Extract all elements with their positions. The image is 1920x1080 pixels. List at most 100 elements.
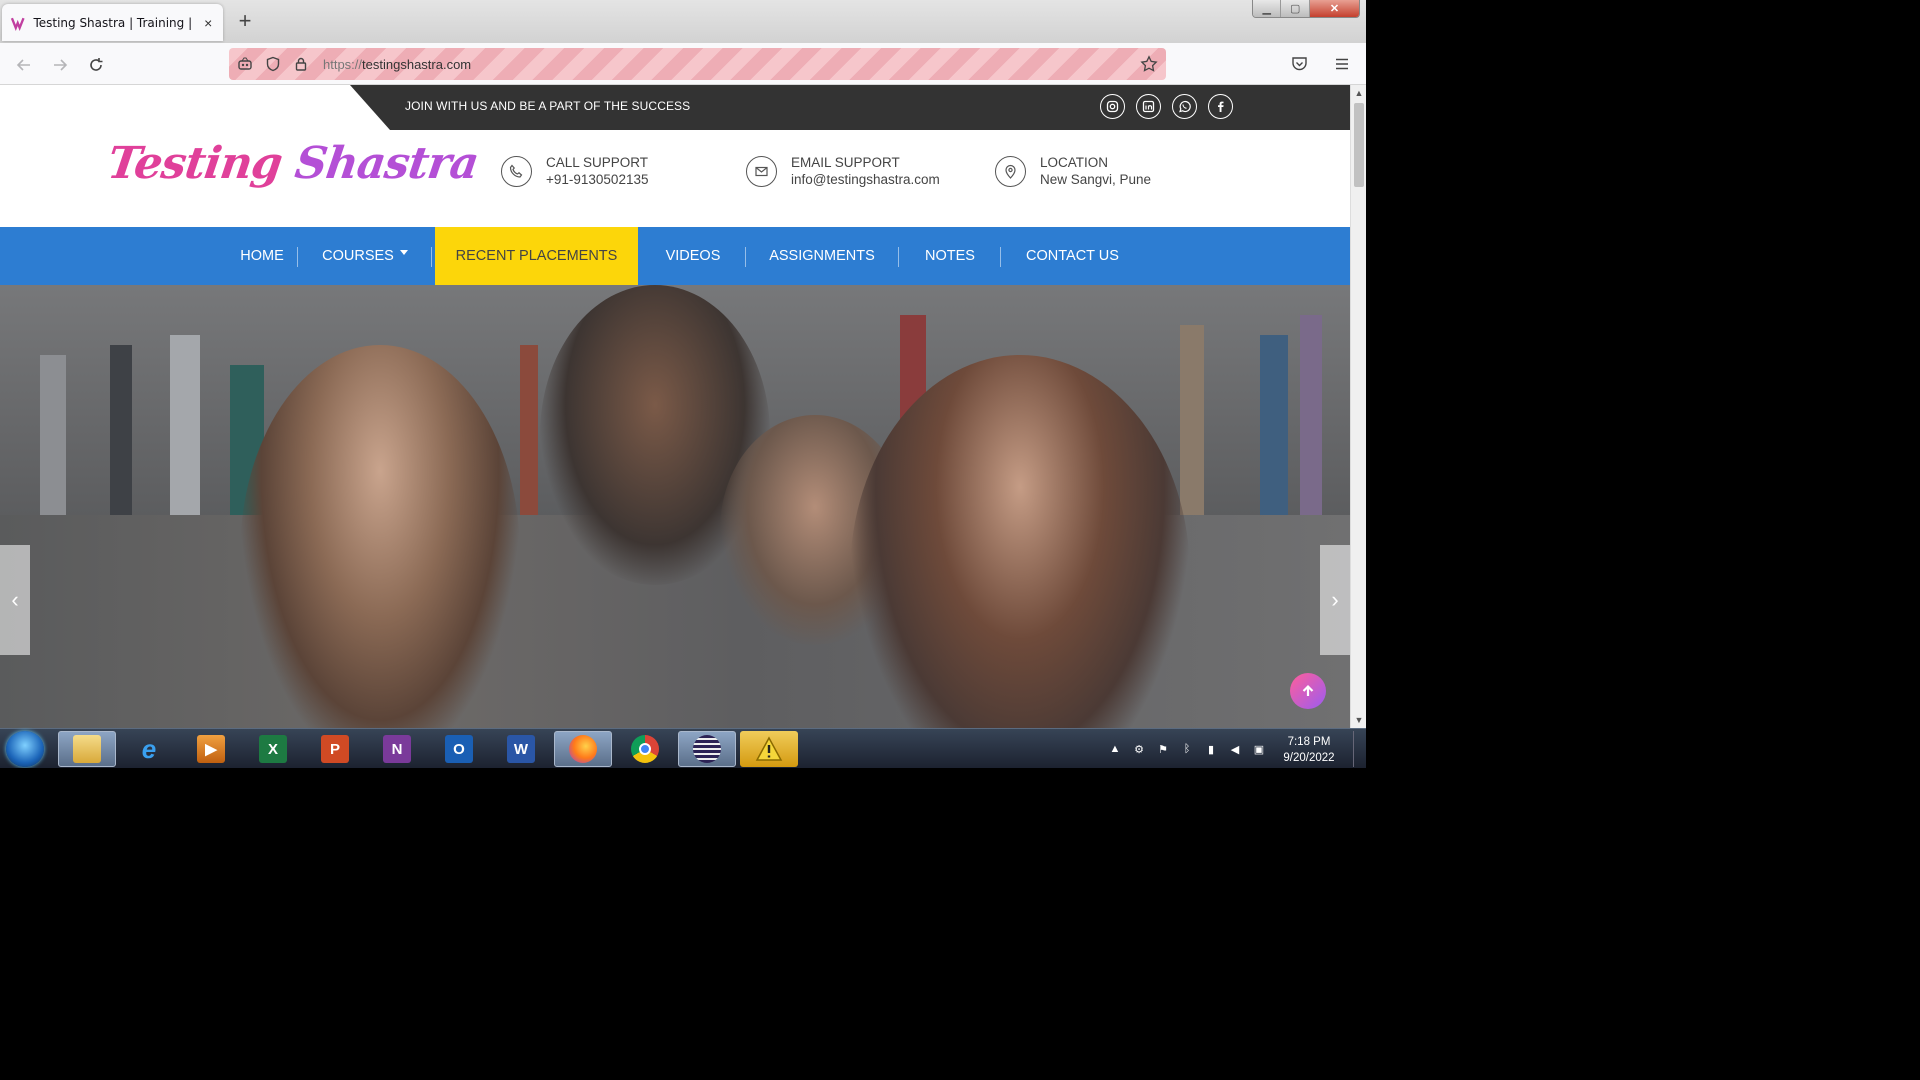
site-header: Testing Shastra CALL SUPPORT +91-9130502… (0, 130, 1350, 227)
map-pin-icon (995, 155, 1026, 187)
minimize-button[interactable]: ▁ (1253, 0, 1282, 17)
nav-courses[interactable]: COURSES (315, 227, 415, 285)
reload-button[interactable] (82, 51, 110, 79)
back-button[interactable] (10, 51, 38, 79)
taskbar-media-player[interactable]: ▶ (182, 731, 240, 767)
remote-control-icon[interactable] (237, 56, 253, 72)
scroll-up-arrow-icon[interactable]: ▲ (1351, 85, 1366, 101)
slider-prev-button[interactable]: ‹ (0, 545, 30, 655)
phone-icon (501, 155, 532, 187)
address-bar[interactable]: https://testingshastra.com (229, 48, 1166, 80)
signal-strength-icon[interactable]: ▮ (1204, 742, 1218, 756)
book-shape (40, 355, 66, 515)
taskbar-onenote[interactable]: N (368, 731, 426, 767)
facebook-icon[interactable] (1208, 94, 1233, 119)
browser-tab-strip: Testing Shastra | Training | Placement ×… (0, 0, 1366, 43)
top-info-strip: JOIN WITH US AND BE A PART OF THE SUCCES… (0, 85, 1350, 130)
nav-assignments[interactable]: ASSIGNMENTS (762, 227, 882, 285)
nav-courses-label: COURSES (322, 248, 394, 264)
windows-taskbar: e ▶ X P N O W ▲ ⚙ ⚑ ᛒ ▮ ◀ ▣ 7:18 PM 9/20… (0, 728, 1366, 768)
folder-icon (73, 735, 101, 763)
nav-separator (898, 247, 899, 267)
nav-recent-placements[interactable]: RECENT PLACEMENTS (435, 227, 638, 285)
internet-explorer-icon: e (141, 733, 157, 764)
nav-videos[interactable]: VIDEOS (660, 227, 726, 285)
tab-title: Testing Shastra | Training | Placement (33, 15, 197, 30)
taskbar-file-explorer[interactable] (58, 731, 116, 767)
bluetooth-icon[interactable]: ᛒ (1180, 742, 1194, 756)
email-support-title: EMAIL SUPPORT (791, 155, 900, 170)
url-text[interactable]: https://testingshastra.com (323, 57, 471, 72)
tagline-text: JOIN WITH US AND BE A PART OF THE SUCCES… (405, 99, 691, 113)
chevron-right-icon: › (1331, 587, 1339, 612)
network-sync-icon[interactable]: ⚙ (1132, 742, 1146, 756)
reload-icon (90, 58, 103, 71)
nav-separator (297, 247, 298, 267)
maximize-button[interactable]: ▢ (1281, 0, 1310, 17)
hamburger-menu-icon[interactable] (1333, 55, 1351, 73)
action-center-flag-icon[interactable]: ⚑ (1156, 742, 1170, 756)
arrow-up-icon (1302, 684, 1314, 696)
onenote-icon: N (383, 735, 411, 763)
word-icon: W (507, 735, 535, 763)
desktop-screen: Testing Shastra | Training | Placement ×… (0, 0, 1366, 768)
volume-muted-icon[interactable]: ◀ (1228, 742, 1242, 756)
book-shape (170, 335, 200, 515)
book-shape (520, 345, 538, 515)
pocket-icon[interactable] (1291, 55, 1308, 72)
whatsapp-icon[interactable] (1172, 94, 1197, 119)
scrollbar-thumb[interactable] (1354, 103, 1364, 187)
forward-button[interactable] (46, 51, 74, 79)
url-protocol: https:// (323, 56, 363, 72)
page-scrollbar[interactable]: ▲ ▼ (1350, 85, 1366, 728)
book-shape (1180, 325, 1204, 515)
taskbar-word[interactable]: W (492, 731, 550, 767)
eclipse-icon (693, 735, 721, 763)
taskbar-warning-app[interactable] (740, 731, 798, 767)
instagram-icon[interactable] (1100, 94, 1125, 119)
taskbar-firefox[interactable] (554, 731, 612, 767)
nav-home[interactable]: HOME (222, 227, 302, 285)
taskbar-clock[interactable]: 7:18 PM 9/20/2022 (1270, 734, 1348, 766)
scroll-to-top-button[interactable] (1290, 673, 1326, 709)
system-tray: ▲ ⚙ ⚑ ᛒ ▮ ◀ ▣ (1108, 729, 1266, 768)
slider-next-button[interactable]: › (1320, 545, 1350, 655)
taskbar-eclipse[interactable] (678, 731, 736, 767)
nav-notes[interactable]: NOTES (915, 227, 985, 285)
outlook-icon: O (445, 735, 473, 763)
nav-separator (745, 247, 746, 267)
taskbar-excel[interactable]: X (244, 731, 302, 767)
scroll-down-arrow-icon[interactable]: ▼ (1351, 712, 1366, 728)
powerpoint-icon: P (321, 735, 349, 763)
site-logo[interactable]: Testing Shastra (104, 138, 481, 189)
taskbar-chrome[interactable] (616, 731, 674, 767)
tab-close-icon[interactable]: × (201, 15, 215, 31)
forward-arrow-icon (54, 59, 68, 71)
nav-contact-us[interactable]: CONTACT US (1020, 227, 1125, 285)
taskbar-powerpoint[interactable]: P (306, 731, 364, 767)
site-favicon-icon (10, 17, 25, 31)
envelope-icon (746, 155, 777, 187)
start-button[interactable] (6, 731, 44, 767)
dropdown-caret-icon (399, 249, 408, 255)
excel-icon: X (259, 735, 287, 763)
taskbar-internet-explorer[interactable]: e (120, 731, 178, 767)
book-shape (1260, 335, 1288, 515)
taskbar-outlook[interactable]: O (430, 731, 488, 767)
new-tab-button[interactable]: + (233, 10, 257, 34)
bookmark-star-icon[interactable] (1140, 55, 1158, 73)
power-icon[interactable]: ▣ (1252, 742, 1266, 756)
browser-tab[interactable]: Testing Shastra | Training | Placement × (2, 4, 223, 41)
tracking-shield-icon[interactable] (265, 56, 281, 72)
linkedin-icon[interactable] (1136, 94, 1161, 119)
logo-background-cut (0, 85, 390, 130)
show-hidden-icons-icon[interactable]: ▲ (1108, 742, 1122, 756)
show-desktop-button[interactable] (1353, 731, 1365, 767)
lock-icon[interactable] (293, 56, 309, 72)
email-support-address[interactable]: info@testingshastra.com (791, 172, 940, 187)
location-block: LOCATION New Sangvi, Pune (995, 155, 1151, 187)
close-window-button[interactable]: ✕ (1309, 0, 1359, 17)
back-arrow-icon (16, 59, 30, 71)
call-support-number[interactable]: +91-9130502135 (546, 172, 648, 187)
chevron-left-icon: ‹ (11, 587, 19, 612)
